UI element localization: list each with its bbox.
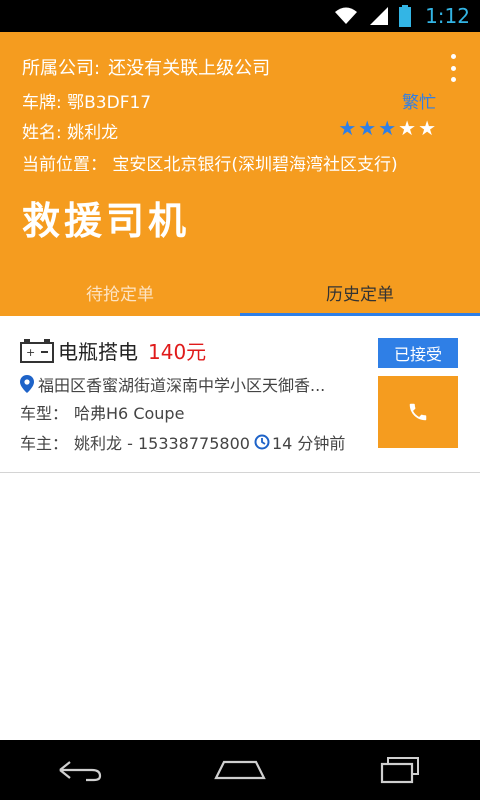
order-price: 140元 <box>148 340 207 364</box>
location-label: 当前位置： <box>22 155 107 175</box>
name-label: 姓名: <box>22 123 62 143</box>
recent-apps-icon <box>380 757 419 784</box>
car-value: 哈弗H6 Coupe <box>74 404 185 423</box>
status-time: 1:12 <box>425 4 470 28</box>
navigation-bar <box>0 740 480 800</box>
clock-icon <box>254 434 270 450</box>
home-icon <box>214 760 266 780</box>
service-name: 电瓶搭电 <box>58 340 138 364</box>
plate-label: 车牌: <box>22 93 62 113</box>
plate-value: 鄂B3DF17 <box>67 93 152 113</box>
driver-header: 所属公司: 还没有关联上级公司 车牌: 鄂B3DF17 繁忙 姓名: 姚利龙 ★ ★… <box>0 32 480 316</box>
battery-icon <box>399 5 412 27</box>
back-icon <box>59 761 102 782</box>
location-row: 当前位置： 宝安区北京银行(深圳碧海湾社区支行) <box>22 150 398 175</box>
rating-star-icon: ★ <box>418 116 436 140</box>
location-pin-icon <box>20 375 34 393</box>
order-address: 福田区香蜜湖街道深南中学小区天御香... <box>20 372 372 396</box>
company-label: 所属公司: <box>22 58 101 79</box>
tab-history-orders[interactable]: 历史定单 <box>240 268 480 316</box>
address-text: 福田区香蜜湖街道深南中学小区天御香... <box>38 376 326 395</box>
tab-label: 历史定单 <box>326 284 394 305</box>
plate-row: 车牌: 鄂B3DF17 <box>22 88 151 113</box>
owner-value: 姚利龙 - 15338775800 <box>74 434 250 453</box>
status-badge[interactable]: 繁忙 <box>402 88 436 113</box>
svg-text:+: + <box>26 346 35 359</box>
order-title: + 电瓶搭电 140元 <box>20 336 206 365</box>
company-row: 所属公司: 还没有关联上级公司 <box>22 54 270 80</box>
rating-star-icon: ★ <box>338 116 357 140</box>
accepted-status-button[interactable]: 已接受 <box>378 338 458 368</box>
owner-row: 车主： 姚利龙 - 15338775800 14 分钟前 <box>20 430 345 454</box>
company-value: 还没有关联上级公司 <box>108 58 271 79</box>
recent-apps-button[interactable] <box>370 750 430 790</box>
name-value: 姚利龙 <box>67 123 119 143</box>
call-button[interactable] <box>378 376 458 448</box>
rating-star-icon: ★ <box>378 116 397 140</box>
time-ago: 14 分钟前 <box>271 434 346 453</box>
order-card[interactable]: + 电瓶搭电 140元 福田区香蜜湖街道深南中学小区天御香... 车型： 哈弗H6… <box>0 316 480 473</box>
status-bar: 1:12 <box>0 0 480 32</box>
tab-pending-orders[interactable]: 待抢定单 <box>0 268 240 316</box>
phone-icon <box>409 403 427 421</box>
overflow-menu-icon[interactable] <box>448 54 458 82</box>
signal-icon <box>370 7 389 25</box>
rating-star-icon: ★ <box>398 116 417 140</box>
car-battery-icon: + <box>20 338 54 363</box>
home-button[interactable] <box>210 750 270 790</box>
location-value: 宝安区北京银行(深圳碧海湾社区支行) <box>112 155 398 175</box>
tab-label: 待抢定单 <box>86 284 154 305</box>
name-row: 姓名: 姚利龙 <box>22 118 118 143</box>
rating-stars: ★ ★ ★ ★ ★ <box>338 116 436 140</box>
owner-label: 车主： <box>20 434 69 453</box>
rating-star-icon: ★ <box>358 116 377 140</box>
wifi-icon <box>335 7 358 24</box>
page-title: 救援司机 <box>22 199 191 243</box>
back-button[interactable] <box>50 750 110 790</box>
order-tabs: 待抢定单 历史定单 <box>0 268 480 316</box>
car-label: 车型： <box>20 404 69 423</box>
car-model-row: 车型： 哈弗H6 Coupe <box>20 400 184 424</box>
